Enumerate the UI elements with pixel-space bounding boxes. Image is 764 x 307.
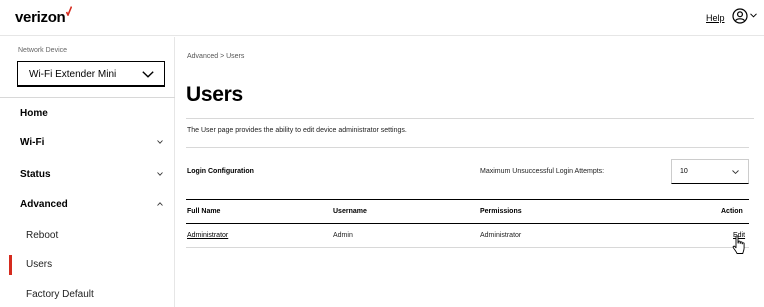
chevron-down-icon (732, 170, 739, 174)
permissions-cell: Administrator (480, 232, 522, 239)
sidebar-item-label: Wi-Fi (20, 137, 45, 148)
column-header-permissions: Permissions (480, 208, 522, 215)
max-attempts-select[interactable]: 10 (671, 159, 749, 184)
table-row-border (186, 247, 749, 248)
main-content: Advanced > Users Users The User page pro… (176, 37, 764, 307)
max-attempts-label: Maximum Unsuccessful Login Attempts: (480, 168, 605, 175)
user-circle-icon (732, 8, 748, 24)
sidebar: Network Device Wi-Fi Extender Mini Home … (0, 37, 175, 307)
column-header-full-name: Full Name (187, 208, 221, 215)
chevron-down-icon (750, 13, 757, 18)
chevron-up-icon (157, 202, 163, 206)
username-cell: Admin (333, 232, 353, 239)
sidebar-divider (0, 97, 175, 98)
active-indicator (9, 255, 12, 275)
sidebar-item-users[interactable]: Users (0, 251, 175, 279)
sidebar-item-label: Status (20, 169, 51, 180)
column-header-action: Action (721, 208, 743, 215)
section-divider (186, 147, 749, 148)
chevron-down-icon (142, 71, 154, 78)
sidebar-item-home[interactable]: Home (0, 100, 175, 128)
chevron-down-icon (157, 140, 163, 144)
verizon-logo[interactable]: verizon (15, 6, 73, 26)
sidebar-subitem-label: Factory Default (26, 289, 94, 300)
top-header: verizon Help (0, 0, 764, 36)
user-menu-button[interactable] (732, 8, 758, 26)
sidebar-item-reboot[interactable]: Reboot (0, 222, 175, 250)
table-header-border (186, 223, 749, 224)
hand-pointer-icon (732, 235, 745, 254)
network-device-label: Network Device (18, 47, 68, 54)
breadcrumb: Advanced > Users (187, 53, 245, 60)
sidebar-item-label: Home (20, 108, 48, 119)
network-device-select[interactable]: Wi-Fi Extender Mini (17, 61, 165, 87)
sidebar-item-factory-default[interactable]: Factory Default (0, 281, 175, 307)
sidebar-item-status[interactable]: Status (0, 161, 175, 189)
max-attempts-value: 10 (680, 168, 688, 175)
sidebar-item-wifi[interactable]: Wi-Fi (0, 129, 175, 157)
brand-check-icon (66, 6, 73, 16)
title-divider (186, 118, 754, 119)
column-header-username: Username (333, 208, 367, 215)
sidebar-item-advanced[interactable]: Advanced (0, 191, 175, 219)
login-configuration-label: Login Configuration (187, 168, 254, 175)
network-device-value: Wi-Fi Extender Mini (29, 69, 117, 80)
sidebar-subitem-label: Reboot (26, 230, 59, 241)
chevron-down-icon (157, 172, 163, 176)
full-name-link[interactable]: Administrator (187, 232, 228, 239)
page-title: Users (186, 83, 243, 106)
sidebar-subitem-label: Users (26, 259, 53, 270)
help-link[interactable]: Help (706, 13, 725, 23)
sidebar-item-label: Advanced (20, 199, 68, 210)
page-description: The User page provides the ability to ed… (187, 127, 407, 134)
table-top-border (186, 199, 749, 200)
